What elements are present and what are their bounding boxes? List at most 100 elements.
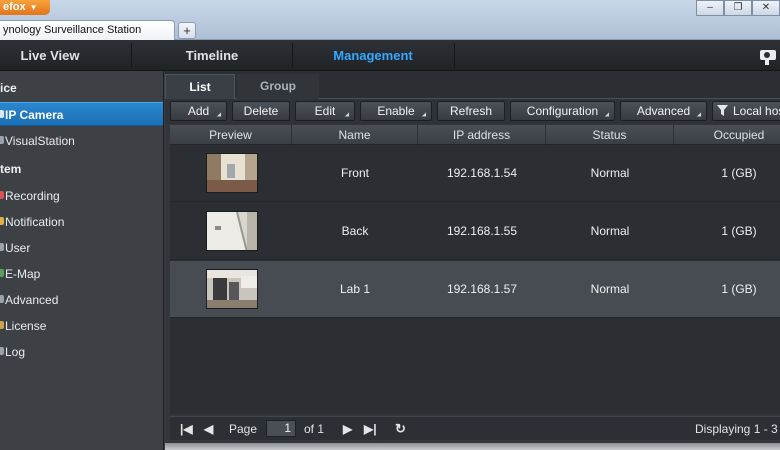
pagination-bar: |◀ ◀ Page 1 of 1 ▶ ▶| ↻ Displaying 1 - 3… <box>170 416 780 440</box>
camera-preview-thumbnail <box>206 269 258 309</box>
delete-button[interactable]: Delete <box>232 101 290 121</box>
filter-icon <box>717 105 728 116</box>
tab-live-view[interactable]: Live View <box>0 40 100 71</box>
close-window-button[interactable]: ✕ <box>752 0 780 16</box>
next-page-icon[interactable]: ▶ <box>343 421 352 437</box>
page-count-label: of 1 <box>304 422 325 436</box>
page-number-input[interactable]: 1 <box>266 420 296 437</box>
sidebar-section-system: tem <box>0 162 22 176</box>
sidebar-item-label: User <box>5 241 31 255</box>
background-strip <box>165 443 780 450</box>
new-tab-button[interactable]: + <box>178 22 196 39</box>
dropdown-caret-icon <box>604 112 612 119</box>
camera-icon <box>0 110 4 118</box>
sidebar-item-label: VisualStation <box>5 134 75 148</box>
camera-preview-image <box>207 154 257 192</box>
tab-group[interactable]: Group <box>237 74 319 99</box>
minimize-button[interactable]: – <box>696 0 724 16</box>
sidebar-item-ip-camera[interactable]: IP Camera <box>0 102 163 126</box>
camera-ip-address: 192.168.1.54 <box>446 166 518 180</box>
browser-tab[interactable]: ynology Surveillance Station <box>0 20 175 40</box>
edit-button[interactable]: Edit <box>295 101 355 121</box>
sidebar-item-label: License <box>5 319 47 333</box>
dropdown-caret-icon <box>344 112 352 119</box>
edit-button-label: Edit <box>314 104 336 118</box>
sidebar-item-label: Notification <box>5 215 65 229</box>
nav-divider <box>454 43 455 68</box>
page-label: Page <box>229 422 258 436</box>
license-icon <box>0 321 4 329</box>
sidebar-item-user[interactable]: User <box>0 236 163 260</box>
camera-ip-address: 192.168.1.55 <box>446 224 518 238</box>
camera-table: Preview Name IP address Status Occupied … <box>170 125 780 414</box>
camera-preview-image <box>207 270 257 308</box>
table-row[interactable]: Lab 1 192.168.1.57 Normal 1 (GB) <box>170 261 780 318</box>
refresh-icon[interactable]: ↻ <box>395 421 406 437</box>
sidebar-item-label: IP Camera <box>5 108 64 122</box>
log-icon <box>0 347 4 355</box>
camera-name: Back <box>341 224 369 238</box>
surveillance-camera-icon <box>760 50 776 65</box>
column-header-occupied[interactable]: Occupied <box>674 125 780 145</box>
table-row[interactable]: Front 192.168.1.54 Normal 1 (GB) <box>170 145 780 202</box>
camera-status: Normal <box>590 166 630 180</box>
filter-button-label: Local hos <box>733 104 780 118</box>
user-icon <box>0 243 4 251</box>
top-navigation: Live View Timeline Management <box>0 40 780 71</box>
configuration-button[interactable]: Configuration <box>510 101 615 121</box>
sidebar-item-notification[interactable]: Notification <box>0 210 163 234</box>
firefox-menu-button[interactable]: efox ▼ <box>0 0 50 15</box>
browser-tab-title: ynology Surveillance Station <box>3 24 142 36</box>
camera-preview-image <box>207 212 257 250</box>
dropdown-caret-icon <box>421 112 429 119</box>
tab-management[interactable]: Management <box>292 40 454 71</box>
last-page-icon[interactable]: ▶| <box>364 421 377 437</box>
column-header-status[interactable]: Status <box>546 125 674 145</box>
camera-status: Normal <box>590 224 630 238</box>
map-icon <box>0 269 4 277</box>
column-header-ip-address[interactable]: IP address <box>418 125 546 145</box>
firefox-menu-label: efox <box>3 1 26 13</box>
camera-preview-thumbnail <box>206 153 258 193</box>
sidebar-item-log[interactable]: Log <box>0 340 163 364</box>
tab-timeline[interactable]: Timeline <box>132 40 292 71</box>
advanced-button-label: Advanced <box>636 104 691 118</box>
tab-list[interactable]: List <box>165 74 235 99</box>
camera-occupied: 1 (GB) <box>721 282 757 296</box>
dropdown-caret-icon <box>696 112 704 119</box>
column-header-preview[interactable]: Preview <box>170 125 292 145</box>
refresh-button[interactable]: Refresh <box>437 101 505 121</box>
sidebar-item-advanced[interactable]: Advanced <box>0 288 163 312</box>
table-row[interactable]: Back 192.168.1.55 Normal 1 (GB) <box>170 203 780 260</box>
advanced-button[interactable]: Advanced <box>620 101 707 121</box>
previous-page-icon[interactable]: ◀ <box>204 421 213 437</box>
column-header-name[interactable]: Name <box>292 125 418 145</box>
monitor-icon <box>0 136 4 144</box>
table-header: Preview Name IP address Status Occupied <box>170 125 780 145</box>
sidebar-item-label: E-Map <box>5 267 41 281</box>
dropdown-caret-icon <box>216 112 224 119</box>
maximize-button[interactable]: ❐ <box>724 0 752 16</box>
first-page-icon[interactable]: |◀ <box>180 421 193 437</box>
add-button[interactable]: Add <box>170 101 227 121</box>
sidebar-item-license[interactable]: License <box>0 314 163 338</box>
sidebar-section-device: ice <box>0 81 17 95</box>
sidebar-item-label: Advanced <box>5 293 59 307</box>
filter-button[interactable]: Local hos <box>712 101 780 121</box>
sidebar-item-visualstation[interactable]: VisualStation <box>0 129 163 153</box>
camera-name: Front <box>340 166 369 180</box>
enable-button[interactable]: Enable <box>360 101 432 121</box>
sidebar-item-recording[interactable]: Recording <box>0 184 163 208</box>
browser-chrome: efox ▼ – ❐ ✕ ynology Surveillance Statio… <box>0 0 780 40</box>
camera-name: Lab 1 <box>339 282 371 296</box>
sidebar-item-e-map[interactable]: E-Map <box>0 262 163 286</box>
window-controls: – ❐ ✕ <box>696 0 780 16</box>
camera-preview-thumbnail <box>206 211 258 251</box>
main-panel: List Group Add Delete Edit Enable Refres… <box>165 71 780 450</box>
camera-occupied: 1 (GB) <box>721 224 757 238</box>
camera-status: Normal <box>590 282 630 296</box>
notification-icon <box>0 217 4 225</box>
toolbar: Add Delete Edit Enable Refresh Configura… <box>165 99 780 124</box>
displaying-status: Displaying 1 - 3 o <box>695 422 780 436</box>
chevron-down-icon: ▼ <box>29 3 38 12</box>
